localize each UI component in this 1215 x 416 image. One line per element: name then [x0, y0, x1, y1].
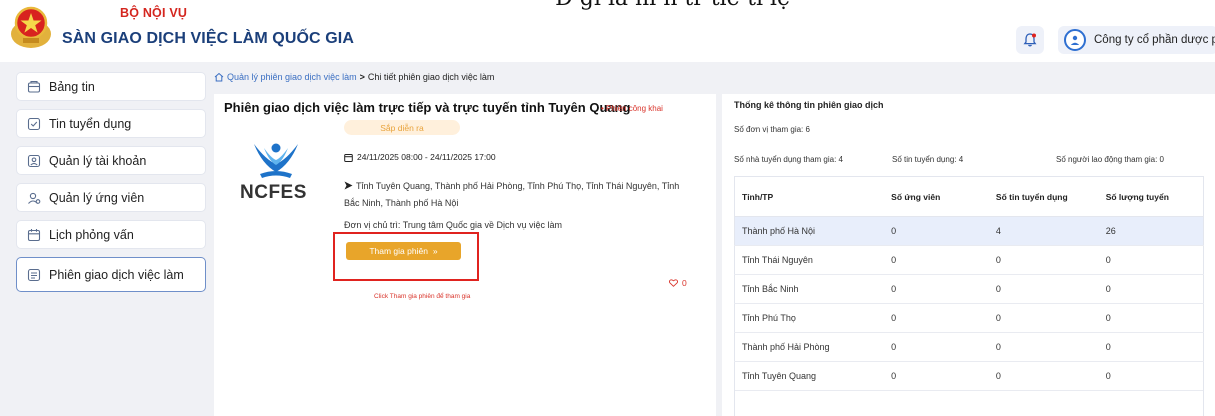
like-count: 0	[682, 278, 687, 288]
table-row[interactable]: Tỉnh Thái Nguyên 0 0 0	[734, 245, 1204, 275]
table-cell: Tỉnh Thái Nguyên	[734, 245, 885, 275]
join-highlight-box: Tham gia phiên »	[333, 232, 479, 281]
stat-employers: Số nhà tuyển dụng tham gia: 4	[734, 155, 843, 164]
stats-panel: Thống kê thông tin phiên giao dịch Số đơ…	[722, 94, 1215, 416]
table-cell: 26	[1098, 216, 1204, 246]
table-cell: 0	[1098, 274, 1204, 304]
stat-units: Số đơn vị tham gia: 6	[734, 125, 810, 134]
breadcrumb-current: Chi tiết phiên giao dịch việc làm	[367, 72, 495, 82]
column-header[interactable]: Tỉnh/TP	[734, 176, 885, 217]
column-header[interactable]: Số ứng viên	[884, 176, 989, 217]
sidebar-item-label: Bảng tin	[49, 79, 95, 94]
calendar-icon	[344, 153, 353, 162]
location-arrow-icon	[344, 181, 353, 190]
bell-icon	[1023, 33, 1037, 47]
session-card: Phiên giao dịch việc làm trực tiếp và tr…	[214, 94, 716, 416]
table-header-row: Tỉnh/TP Số ứng viên Số tin tuyển dụng Số…	[734, 176, 1204, 217]
join-label: Tham gia phiên	[369, 246, 428, 256]
province-stats-table: Tỉnh/TP Số ứng viên Số tin tuyển dụng Số…	[734, 176, 1204, 391]
datetime-text: 24/11/2025 08:00 - 24/11/2025 17:00	[357, 152, 496, 162]
table-cell: 0	[988, 274, 1099, 304]
stat-workers: Số người lao động tham gia: 0	[1056, 155, 1165, 164]
column-header[interactable]: Số tin tuyển dụng	[988, 176, 1099, 217]
table-cell: 0	[1098, 245, 1204, 275]
table-cell: Tỉnh Bắc Ninh	[734, 274, 885, 304]
stat-jobs: Số tin tuyển dụng: 4	[892, 155, 964, 164]
double-chevron-icon: »	[432, 246, 438, 256]
table-cell: 0	[884, 303, 989, 333]
account-menu[interactable]: Công ty cổ phần dược phẩ...	[1058, 26, 1215, 54]
sidebar-item-label: Lịch phỏng vấn	[49, 227, 134, 242]
company-name: Công ty cổ phần dược phẩ...	[1094, 34, 1215, 46]
ncfes-logo-text: NCFES	[240, 182, 307, 203]
heart-icon	[669, 279, 678, 287]
breadcrumb-link-sessions[interactable]: Quản lý phiên giao dịch việc làm	[227, 72, 357, 82]
table-cell: 0	[988, 245, 1099, 275]
status-badge: Sắp diễn ra	[344, 120, 460, 135]
sidebar-item-quan-ly-ung-vien[interactable]: Quản lý ứng viên	[16, 183, 206, 212]
session-datetime: 24/11/2025 08:00 - 24/11/2025 17:00	[344, 152, 496, 162]
sidebar-item-phien-giao-dich[interactable]: Phiên giao dịch việc làm	[16, 257, 206, 292]
home-icon[interactable]	[214, 72, 224, 82]
table-cell: 0	[884, 332, 989, 362]
table-cell: 0	[884, 216, 989, 246]
sidebar: Bảng tin Tin tuyển dụng Quản lý tài khoả…	[16, 72, 206, 300]
sidebar-item-tin-tuyen-dung[interactable]: Tin tuyển dụng	[16, 109, 206, 138]
session-location: Tỉnh Tuyên Quang, Thành phố Hải Phòng, T…	[344, 178, 694, 212]
site-title[interactable]: SÀN GIAO DỊCH VIỆC LÀM QUỐC GIA	[62, 30, 354, 48]
table-row[interactable]: Thành phố Hải Phòng 0 0 0	[734, 332, 1204, 362]
location-text: Tỉnh Tuyên Quang, Thành phố Hải Phòng, T…	[344, 181, 680, 208]
avatar-icon	[1064, 29, 1086, 51]
session-title: Phiên giao dịch việc làm trực tiếp và tr…	[224, 100, 631, 115]
table-cell: Tỉnh Phú Thọ	[734, 303, 885, 333]
ministry-name: BỘ NỘI VỤ	[120, 6, 188, 20]
join-session-button[interactable]: Tham gia phiên »	[346, 242, 461, 260]
sidebar-item-label: Quản lý tài khoản	[49, 153, 147, 168]
table-row[interactable]: Thành phố Hà Nội 0 4 26	[734, 216, 1204, 246]
notification-button[interactable]	[1016, 26, 1044, 54]
table-cell: 0	[1098, 303, 1204, 333]
candidate-icon	[28, 192, 41, 204]
table-cell: 4	[988, 216, 1099, 246]
news-icon	[27, 80, 41, 93]
public-session-tag: • Phiên công khai	[601, 104, 663, 113]
table-row[interactable]: Tỉnh Phú Thọ 0 0 0	[734, 303, 1204, 333]
column-header[interactable]: Số lượng tuyển	[1098, 176, 1204, 217]
like-button[interactable]: 0	[669, 278, 687, 288]
stats-title: Thống kê thông tin phiên giao dịch	[734, 100, 884, 110]
job-post-icon	[27, 117, 41, 130]
table-cell: 0	[988, 332, 1099, 362]
table-row[interactable]: Tỉnh Bắc Ninh 0 0 0	[734, 274, 1204, 304]
table-cell: Thành phố Hải Phòng	[734, 332, 885, 362]
header: BỘ NỘI VỤ SÀN GIAO DỊCH VIỆC LÀM QUỐC GI…	[0, 0, 1215, 60]
table-cell: 0	[988, 303, 1099, 333]
breadcrumb-separator: >	[359, 72, 365, 82]
table-cell: 0	[884, 274, 989, 304]
sidebar-item-label: Phiên giao dịch việc làm	[49, 267, 184, 282]
table-empty-area	[734, 380, 1204, 416]
sidebar-item-label: Tin tuyển dụng	[49, 116, 132, 131]
sidebar-item-label: Quản lý ứng viên	[49, 190, 145, 205]
table-cell: Thành phố Hà Nội	[734, 216, 885, 246]
session-organizer: Đơn vị chủ trì: Trung tâm Quốc gia về Dị…	[344, 220, 562, 230]
calendar-icon	[27, 228, 41, 241]
emblem-icon[interactable]	[6, 4, 56, 52]
session-icon	[27, 268, 41, 281]
breadcrumb: Quản lý phiên giao dịch việc làm > Chi t…	[214, 72, 494, 82]
account-icon	[27, 154, 41, 167]
sidebar-item-lich-phong-van[interactable]: Lịch phỏng vấn	[16, 220, 206, 249]
sidebar-item-quan-ly-tai-khoan[interactable]: Quản lý tài khoản	[16, 146, 206, 175]
sidebar-item-bang-tin[interactable]: Bảng tin	[16, 72, 206, 101]
table-cell: 0	[1098, 332, 1204, 362]
table-cell: 0	[884, 245, 989, 275]
join-hint: Click Tham gia phiên để tham gia	[374, 293, 471, 300]
